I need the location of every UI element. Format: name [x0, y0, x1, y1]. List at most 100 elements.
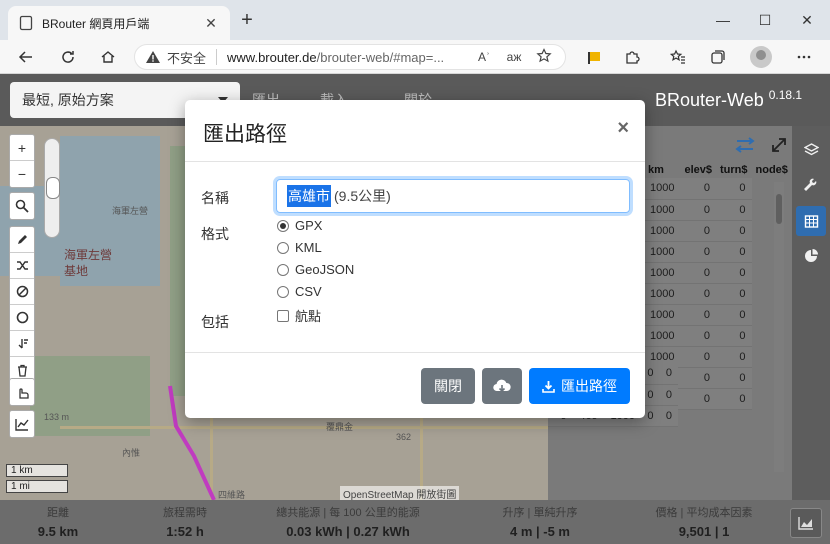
- table-cell: 0: [680, 220, 717, 242]
- table-cell: 0: [716, 262, 752, 284]
- browser-tab[interactable]: BRouter 網頁用戶端 ✕: [8, 6, 230, 40]
- home-icon[interactable]: [96, 45, 120, 69]
- stat-distance: 距離 9.5 km: [18, 504, 98, 539]
- table-row[interactable]: 100000: [644, 304, 792, 326]
- radio-button[interactable]: [277, 241, 289, 254]
- warning-icon: [146, 51, 160, 63]
- format-option-geojson[interactable]: GeoJSON: [277, 262, 354, 277]
- address-bar[interactable]: 不安全 www.brouter.de/brouter-web/#map=... …: [134, 44, 566, 70]
- stat-energy-value: 0.03 kWh | 0.27 kWh: [286, 524, 410, 539]
- table-cell: 0: [680, 388, 717, 410]
- zoom-out-button[interactable]: −: [10, 161, 34, 187]
- format-option-gpx[interactable]: GPX: [277, 218, 322, 233]
- elevation-chart-button[interactable]: [790, 508, 822, 538]
- favorites-icon[interactable]: [666, 45, 690, 69]
- chart-area-icon: [798, 517, 813, 530]
- map-label-height2: 362: [396, 432, 412, 442]
- translate-icon[interactable]: aж: [503, 50, 525, 64]
- no-entry-icon[interactable]: [10, 279, 34, 305]
- stat-ascend-label: 升序 | 單純升序: [502, 507, 578, 519]
- radio-button[interactable]: [277, 263, 289, 276]
- profile-avatar[interactable]: [749, 45, 773, 69]
- table-header[interactable]: elev$: [680, 162, 717, 178]
- table-row[interactable]: 100000: [644, 199, 792, 221]
- chart-line-icon[interactable]: [10, 411, 34, 437]
- hand-pointer-icon[interactable]: [10, 379, 34, 405]
- route-name-input[interactable]: 高雄市 (9.5公里): [276, 179, 630, 213]
- table-row[interactable]: 100000: [644, 178, 792, 200]
- radio-button[interactable]: [277, 285, 289, 298]
- export-route-label: 匯出路徑: [561, 378, 617, 394]
- wrench-icon[interactable]: [796, 170, 826, 200]
- map-label-base-line1: 海軍左營: [64, 248, 113, 262]
- table-cell: 0: [680, 199, 717, 221]
- add-favorite-icon[interactable]: [533, 47, 555, 67]
- route-name-selected: 高雄市: [287, 185, 331, 207]
- tab-close-icon[interactable]: ✕: [202, 15, 220, 32]
- radio-button[interactable]: [277, 219, 289, 232]
- waypoints-checkbox[interactable]: [277, 309, 289, 322]
- reverse-route-icon[interactable]: [10, 331, 34, 357]
- format-option-kml[interactable]: KML: [277, 240, 322, 255]
- table-cell: 0: [716, 388, 752, 410]
- draw-toolbar: [9, 226, 35, 384]
- table-icon[interactable]: [796, 206, 826, 236]
- stat-cost-label: 價格 | 平均成本因素: [655, 507, 753, 519]
- table-cell: 0: [680, 241, 717, 263]
- pan-control: [9, 378, 35, 406]
- format-option-csv[interactable]: CSV: [277, 284, 322, 299]
- zoom-slider[interactable]: [44, 138, 60, 238]
- tab-title: BRouter 網頁用戶端: [42, 16, 150, 31]
- close-button[interactable]: 關閉: [421, 368, 475, 404]
- zoom-in-button[interactable]: +: [10, 135, 34, 161]
- table-row[interactable]: 100000: [644, 262, 792, 284]
- format-option-label: GeoJSON: [295, 262, 355, 277]
- pencil-icon[interactable]: [10, 227, 34, 253]
- browser-toolbar: 不安全 www.brouter.de/brouter-web/#map=... …: [0, 40, 830, 74]
- layers-icon[interactable]: [796, 134, 826, 164]
- table-row[interactable]: 100000: [644, 325, 792, 347]
- waypoints-label: 航點: [295, 309, 322, 324]
- search-icon[interactable]: [10, 193, 34, 219]
- download-button[interactable]: [482, 368, 522, 404]
- table-scrollbar[interactable]: [774, 182, 784, 472]
- table-row[interactable]: 100000: [644, 283, 792, 305]
- table-cell: 0: [716, 325, 752, 347]
- map-attribution[interactable]: OpenStreetMap 開放街圖: [340, 486, 460, 500]
- swap-icon[interactable]: [734, 136, 756, 154]
- stat-cost-value: 9,501 | 1: [678, 524, 730, 539]
- back-arrow-icon[interactable]: [14, 45, 38, 69]
- window-close-button[interactable]: ✕: [792, 8, 822, 32]
- table-header[interactable]: node$: [751, 162, 792, 178]
- minimize-button[interactable]: —: [708, 8, 738, 32]
- include-waypoints-option[interactable]: 航點: [277, 306, 321, 325]
- stat-time-value: 1:52 h: [166, 524, 204, 539]
- table-header[interactable]: km: [644, 162, 681, 178]
- table-cell: 0: [659, 363, 678, 385]
- pie-chart-icon[interactable]: [796, 240, 826, 270]
- stat-ascend: 升序 | 單純升序 4 m | -5 m: [480, 504, 600, 539]
- stat-energy: 總共能源 | 每 100 公里的能源 0.03 kWh | 0.27 kWh: [250, 504, 446, 539]
- collections-icon[interactable]: [706, 45, 730, 69]
- url-text[interactable]: www.brouter.de/brouter-web/#map=...: [227, 50, 465, 65]
- export-route-button[interactable]: 匯出路徑: [529, 368, 630, 404]
- include-label: 包括: [201, 314, 229, 330]
- format-option-label: GPX: [295, 218, 323, 233]
- expand-icon[interactable]: [770, 136, 788, 154]
- refresh-icon[interactable]: [56, 45, 80, 69]
- circle-icon[interactable]: [10, 305, 34, 331]
- extensions-puzzle-icon[interactable]: [620, 45, 644, 69]
- read-aloud-icon[interactable]: Aʾ: [473, 50, 495, 64]
- format-label: 格式: [201, 226, 229, 242]
- more-menu-icon[interactable]: [792, 45, 816, 69]
- dialog-close-icon[interactable]: ×: [617, 117, 629, 140]
- new-tab-button[interactable]: +: [236, 10, 258, 32]
- table-header[interactable]: turn$: [716, 162, 752, 178]
- extension-flag-icon[interactable]: [582, 45, 606, 69]
- table-row[interactable]: 100000: [644, 220, 792, 242]
- dialog-footer: 關閉 匯出路徑: [185, 352, 645, 418]
- format-option-label: CSV: [295, 284, 322, 299]
- maximize-button[interactable]: ☐: [750, 8, 780, 32]
- table-row[interactable]: 100000: [644, 241, 792, 263]
- shuffle-icon[interactable]: [10, 253, 34, 279]
